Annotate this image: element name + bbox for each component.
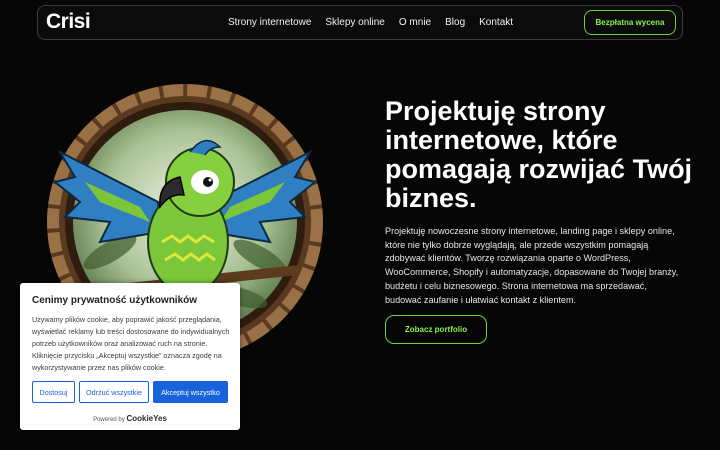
accept-all-button[interactable]: Akceptuj wszystko [153,381,228,403]
hero-description: Projektuję nowoczesne strony internetowe… [385,226,679,305]
reject-all-button[interactable]: Odrzuć wszystkie [79,381,149,403]
site-logo[interactable]: Crisi [46,10,91,34]
cookie-title: Cenimy prywatność użytkowników [32,295,198,306]
powered-by-label: Powered by [93,417,125,423]
menu-item-contact[interactable]: Kontakt [479,17,513,28]
cookieyes-logo[interactable]: CookieYes [126,414,166,423]
menu-item-about[interactable]: O mnie [399,17,431,28]
cookie-footer: Powered by CookieYes [20,414,240,423]
top-navbar: Crisi Strony internetowe Sklepy online O… [37,5,683,40]
free-quote-button[interactable]: Bezpłatna wycena [584,10,676,35]
menu-item-blog[interactable]: Blog [445,17,465,28]
hero-heading: Projektuję strony internetowe, które pom… [385,96,693,213]
cookie-actions: Dostosuj Odrzuć wszystkie Akceptuj wszys… [32,381,228,403]
cookie-description: Używamy plików cookie, aby poprawić jako… [32,315,230,372]
menu-item-online-stores[interactable]: Sklepy online [325,17,384,28]
cookie-consent-banner: Cenimy prywatność użytkowników Używamy p… [20,283,240,430]
customize-button[interactable]: Dostosuj [32,381,75,403]
menu-item-websites[interactable]: Strony internetowe [228,17,311,28]
portfolio-button[interactable]: Zobacz portfolio [385,315,487,344]
main-menu: Strony internetowe Sklepy online O mnie … [228,17,513,28]
